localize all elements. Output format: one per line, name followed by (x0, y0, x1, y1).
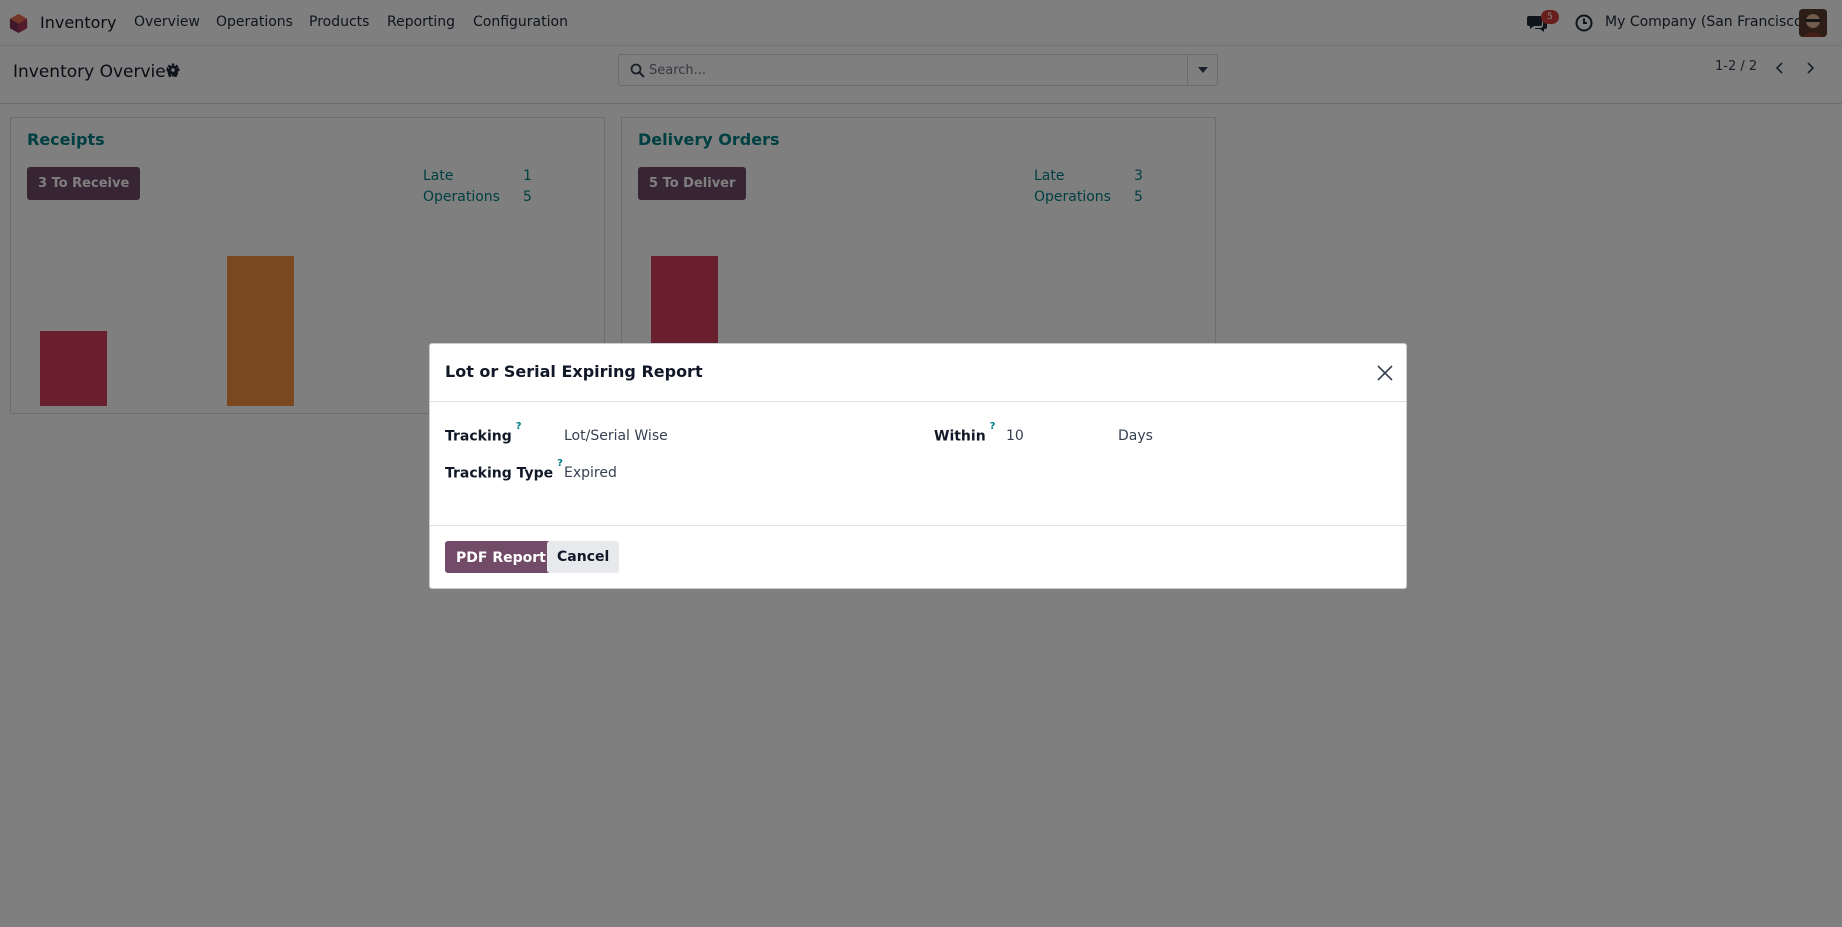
tracking-type-label: Tracking Type? (445, 458, 563, 482)
dialog-title: Lot or Serial Expiring Report (445, 362, 703, 381)
close-icon[interactable] (1374, 362, 1396, 384)
pdf-report-button[interactable]: PDF Report (445, 541, 557, 573)
within-label: Within? (934, 421, 996, 445)
dialog-footer-divider (430, 525, 1406, 526)
tracking-value[interactable]: Lot/Serial Wise (564, 428, 668, 444)
tracking-type-help-icon[interactable]: ? (557, 458, 563, 469)
cancel-button[interactable]: Cancel (547, 541, 620, 573)
tracking-type-value[interactable]: Expired (564, 465, 617, 481)
expiring-report-dialog: Lot or Serial Expiring Report Tracking? … (429, 343, 1407, 589)
within-help-icon[interactable]: ? (990, 421, 996, 432)
tracking-label: Tracking? (445, 421, 522, 445)
within-days-input[interactable]: 10 (1006, 428, 1024, 444)
within-unit-label: Days (1118, 428, 1153, 444)
dialog-header: Lot or Serial Expiring Report (430, 344, 1406, 402)
tracking-help-icon[interactable]: ? (516, 421, 522, 432)
